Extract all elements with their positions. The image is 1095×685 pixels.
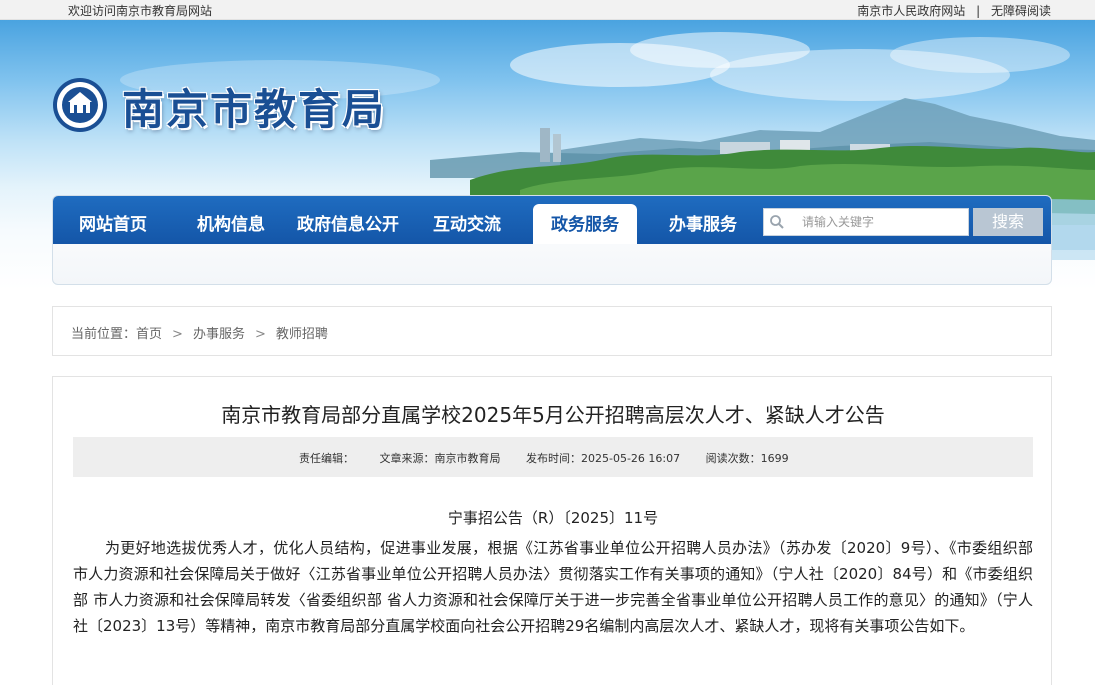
nav-organization[interactable]: 机构信息 bbox=[197, 210, 265, 235]
article-paragraph: 为更好地选拔优秀人才，优化人员结构，促进事业发展，根据《江苏省事业单位公开招聘人… bbox=[73, 539, 1033, 635]
nav-gov-service[interactable]: 政务服务 bbox=[533, 204, 637, 244]
chevron-right-icon: > bbox=[254, 327, 266, 342]
article-panel: 南京市教育局部分直属学校2025年5月公开招聘高层次人才、紧缺人才公告 责任编辑… bbox=[52, 376, 1052, 685]
search-button[interactable]: 搜索 bbox=[973, 208, 1043, 236]
nav-interaction[interactable]: 互动交流 bbox=[433, 210, 501, 235]
top-link-separator: | bbox=[976, 4, 981, 18]
accessibility-link[interactable]: 无障碍阅读 bbox=[991, 4, 1051, 18]
emblem-icon bbox=[53, 78, 107, 132]
search-icon bbox=[770, 215, 784, 229]
breadcrumb: 当前位置：首页 > 办事服务 > 教师招聘 bbox=[52, 306, 1052, 356]
site-logo[interactable] bbox=[52, 77, 108, 133]
nav-gov-info[interactable]: 政府信息公开 bbox=[297, 210, 399, 235]
main-nav-bar: 网站首页 机构信息 政府信息公开 互动交流 政务服务 办事服务 搜索 bbox=[53, 196, 1051, 244]
meta-date: 发布时间：2025-05-26 16:07 bbox=[526, 452, 681, 465]
nav-home[interactable]: 网站首页 bbox=[79, 210, 147, 235]
meta-views: 阅读次数：1699 bbox=[705, 452, 789, 465]
search-input[interactable] bbox=[788, 212, 964, 232]
breadcrumb-home[interactable]: 首页 bbox=[136, 327, 162, 342]
meta-editor: 责任编辑： bbox=[299, 452, 354, 465]
welcome-text: 欢迎访问南京市教育局网站 bbox=[68, 4, 213, 18]
article-title: 南京市教育局部分直属学校2025年5月公开招聘高层次人才、紧缺人才公告 bbox=[221, 403, 885, 427]
chevron-right-icon: > bbox=[172, 327, 183, 342]
breadcrumb-affairs[interactable]: 办事服务 bbox=[193, 327, 245, 342]
document-number: 宁事招公告（R）〔2025〕11号 bbox=[447, 509, 659, 527]
meta-source: 文章来源：南京市教育局 bbox=[379, 452, 501, 465]
breadcrumb-prefix: 当前位置： bbox=[71, 327, 137, 342]
nav-affairs-service[interactable]: 办事服务 bbox=[669, 210, 737, 235]
article-meta-bar: 责任编辑： 文章来源：南京市教育局 发布时间：2025-05-26 16:07 … bbox=[73, 437, 1033, 477]
search-box bbox=[763, 208, 969, 236]
top-links: 南京市人民政府网站 | 无障碍阅读 bbox=[857, 2, 1051, 19]
gov-site-link[interactable]: 南京市人民政府网站 bbox=[857, 4, 965, 18]
main-navigation-panel: 网站首页 机构信息 政府信息公开 互动交流 政务服务 办事服务 搜索 bbox=[52, 195, 1052, 285]
top-utility-bar: 欢迎访问南京市教育局网站 南京市人民政府网站 | 无障碍阅读 bbox=[0, 0, 1095, 20]
site-name: 南京市教育局 bbox=[122, 85, 387, 134]
breadcrumb-teacher-recruitment[interactable]: 教师招聘 bbox=[276, 327, 328, 342]
